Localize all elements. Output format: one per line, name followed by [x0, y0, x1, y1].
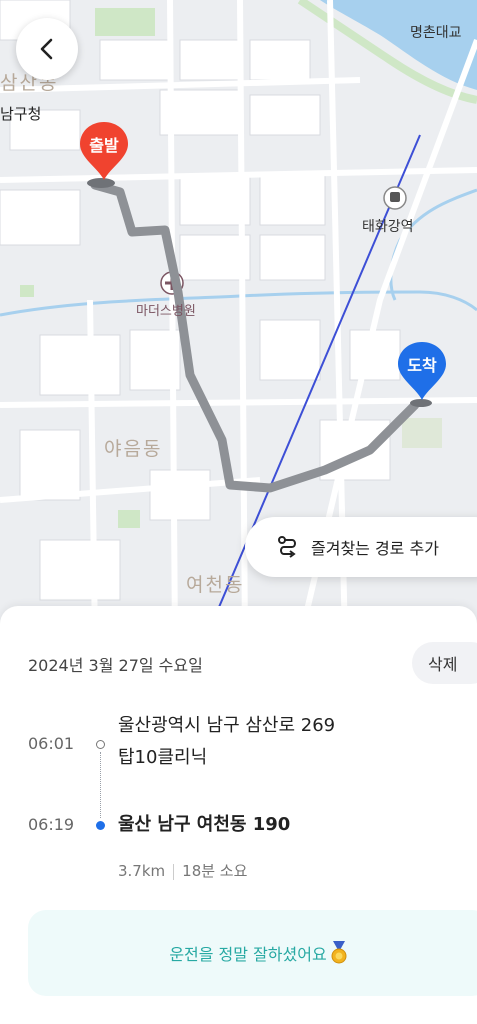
medal-icon: [331, 941, 347, 964]
end-pin-label: 도착: [407, 356, 437, 375]
start-dot: [96, 740, 105, 749]
map-label-bridge: 명촌대교: [410, 25, 462, 41]
start-pin[interactable]: 출발: [78, 120, 130, 182]
summary-divider: [173, 863, 175, 880]
back-button[interactable]: [16, 18, 78, 80]
trip-duration: 18분 소요: [182, 862, 248, 880]
map-label-hospital: 마더스병원: [136, 304, 196, 319]
start-address-line2: 탑10클리닉: [118, 747, 208, 768]
driving-feedback-text: 운전을 정말 잘하셨어요: [169, 945, 327, 964]
trip-date: 2024년 3월 27일 수요일: [28, 656, 203, 675]
map-label-yaeum-dong: 야음동: [104, 438, 163, 460]
driving-feedback-banner: 운전을 정말 잘하셨어요: [28, 910, 477, 996]
trip-detail-sheet: 2024년 3월 27일 수요일 삭제 06:01 울산광역시 남구 삼산로 2…: [0, 606, 477, 1024]
start-address: 울산광역시 남구 삼산로 269 탑10클리닉: [118, 710, 335, 774]
start-address-line1: 울산광역시 남구 삼산로 269: [118, 715, 336, 736]
map-label-yeocheon-dong: 여천동: [186, 574, 245, 596]
route-icon: [278, 536, 296, 558]
route-connector: [100, 752, 101, 818]
chevron-left-icon: [40, 38, 53, 60]
map-view[interactable]: 명촌대교 삼산동 남구청 태화강역 마더스병원 야음동 여천동 출발 도착 즐겨…: [0, 0, 477, 640]
delete-button[interactable]: 삭제: [412, 642, 477, 684]
start-pin-label: 출발: [89, 136, 119, 155]
trip-summary: 3.7km 18분 소요: [118, 860, 247, 881]
map-label-namgu-office: 남구청: [0, 105, 42, 123]
end-address: 울산 남구 여천동 190: [118, 814, 291, 835]
trip-distance: 3.7km: [118, 862, 166, 880]
add-favorite-route-label: 즐겨찾는 경로 추가: [311, 539, 439, 558]
start-time: 06:01: [28, 734, 75, 753]
map-label-station: 태화강역: [362, 219, 414, 235]
end-time: 06:19: [28, 815, 75, 834]
add-favorite-route-button[interactable]: 즐겨찾는 경로 추가: [245, 517, 477, 577]
end-dot: [96, 821, 105, 830]
end-pin[interactable]: 도착: [396, 340, 448, 402]
